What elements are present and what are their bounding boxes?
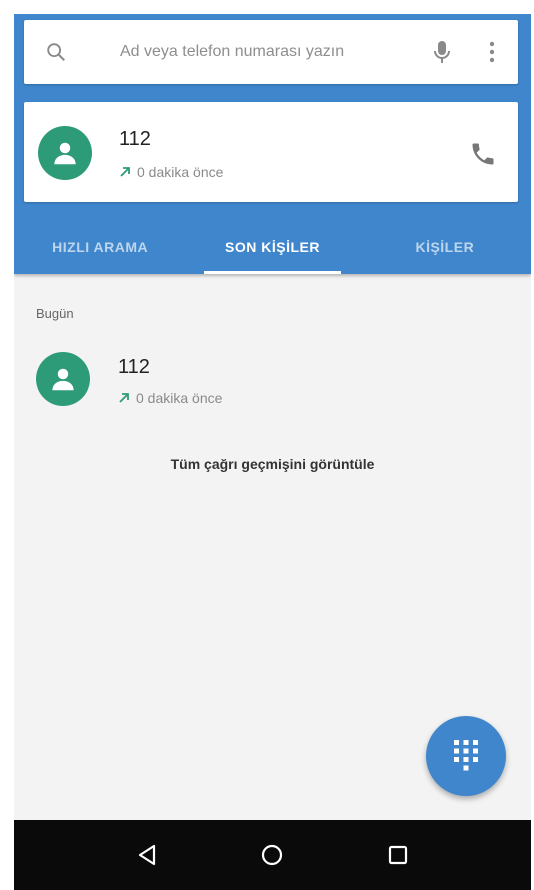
tab-recents[interactable]: SON KİŞİLER	[186, 220, 358, 274]
search-input[interactable]	[88, 43, 418, 61]
tab-speed-dial[interactable]: HIZLI ARAMA	[14, 220, 186, 274]
mic-icon[interactable]	[418, 39, 466, 65]
search-bar[interactable]	[24, 20, 518, 84]
dialpad-button[interactable]	[426, 716, 506, 796]
person-icon	[52, 368, 74, 391]
app-bar: 112 0 dakika önce HIZLI ARAMA SON KİŞİLE…	[14, 14, 531, 274]
more-vert-icon[interactable]	[466, 41, 518, 63]
search-icon[interactable]	[24, 41, 88, 63]
dialpad-icon	[454, 740, 478, 771]
phone-icon[interactable]	[469, 140, 497, 173]
section-header: Bugün	[36, 306, 74, 321]
contact-name: 112	[119, 128, 151, 150]
tab-contacts[interactable]: KİŞİLER	[359, 220, 531, 274]
home-icon[interactable]	[252, 835, 292, 875]
avatar	[36, 352, 90, 406]
view-all-history-link[interactable]: Tüm çağrı geçmişini görüntüle	[14, 456, 531, 472]
call-time: 0 dakika önce	[118, 390, 222, 406]
call-time-text: 0 dakika önce	[136, 390, 223, 406]
dialer-screen: 112 0 dakika önce HIZLI ARAMA SON KİŞİLE…	[14, 14, 531, 890]
contact-name: 112	[118, 356, 150, 378]
tab-bar: HIZLI ARAMA SON KİŞİLER KİŞİLER	[14, 220, 531, 274]
outgoing-call-icon	[119, 393, 129, 403]
system-nav-bar	[14, 820, 531, 890]
call-time-text: 0 dakika önce	[137, 164, 224, 180]
outgoing-call-icon	[120, 167, 130, 177]
speed-dial-card[interactable]: 112 0 dakika önce	[24, 102, 518, 202]
call-time: 0 dakika önce	[119, 164, 223, 180]
recents-icon[interactable]	[378, 835, 418, 875]
avatar	[38, 126, 92, 180]
person-icon	[54, 142, 76, 165]
list-item[interactable]: 112 0 dakika önce	[14, 334, 531, 434]
back-icon[interactable]	[127, 835, 167, 875]
